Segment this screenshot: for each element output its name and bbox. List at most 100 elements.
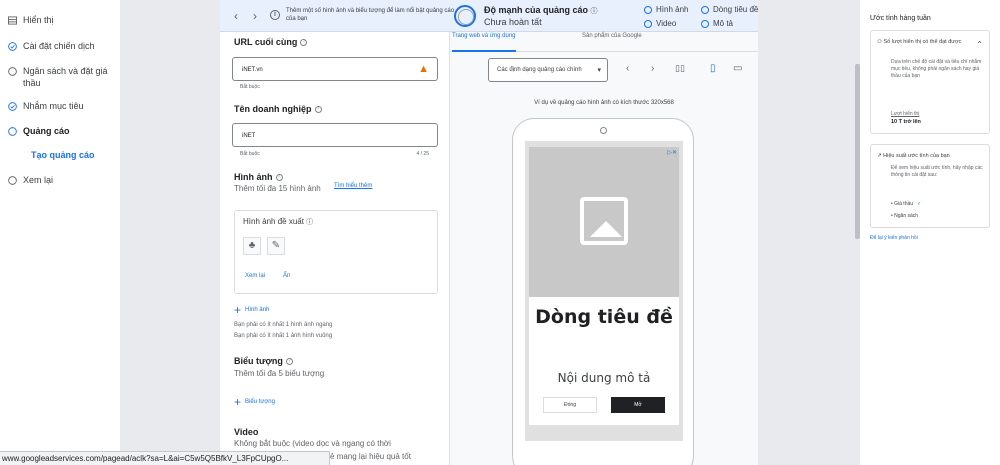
video-hint: Không bắt buộc (video dọc và ngang có th… — [234, 439, 391, 448]
logos-hint: Thêm tối đa 5 biểu tượng — [234, 369, 325, 378]
leave-feedback-link[interactable]: Để lại ý kiến phản hồi — [870, 235, 918, 241]
strength-tip: Thêm một số hình ảnh và biểu tượng để là… — [286, 8, 455, 22]
suggested-image-thumbnail[interactable]: ♣ — [243, 237, 261, 255]
radio-empty-icon — [644, 5, 652, 14]
nav-subitem-create-ad[interactable]: Tạo quảng cáo — [31, 150, 95, 160]
ad-strength-status: Chưa hoàn tất — [484, 17, 542, 27]
business-name-input[interactable]: iNET — [232, 123, 438, 147]
phone-camera — [600, 127, 607, 134]
nav-item-targeting[interactable]: Nhắm mục tiêu — [8, 100, 84, 112]
strength-check-images: Hình ảnh — [644, 5, 688, 14]
ad-strength-ring-icon — [454, 5, 476, 27]
nav-item-campaign-settings[interactable]: Cài đặt chiến dịch — [8, 40, 95, 52]
radio-empty-icon — [644, 19, 652, 28]
desktop-device-icon[interactable]: ▭ — [733, 63, 742, 74]
nav-item-label: Nhắm mục tiêu — [23, 101, 84, 111]
nav-item-label: Ngân sách và đặt giá thầu — [23, 66, 108, 88]
help-icon[interactable]: ? — [275, 174, 283, 182]
impressions-card-body: Dựa trên chế độ cài đặt và tiêu chí nhắm… — [891, 59, 982, 79]
ad-image-placeholder: ▷✕ — [529, 147, 679, 297]
performance-card-heading: ↗ Hiệu suất ước tính của bạn — [877, 153, 950, 159]
info-icon: i — [270, 10, 280, 20]
phone-screen: ▷✕ Dòng tiêu đề Nội dung mô tả Đóng Mở — [525, 141, 683, 441]
bullet-bid: • Giá thầu ✓ — [891, 201, 922, 207]
plus-icon: + — [234, 303, 242, 317]
preview-caption: Ví dụ về quảng cáo hình ảnh có kích thướ… — [534, 100, 674, 106]
checkmark-icon: ✓ — [917, 201, 922, 207]
ad-preview-card: ▷✕ Dòng tiêu đề Nội dung mô tả Đóng Mở — [529, 147, 679, 425]
ad-open-button[interactable]: Mở — [611, 397, 665, 413]
video-label: Video — [234, 427, 259, 437]
nav-item-label: Quảng cáo — [23, 126, 70, 136]
ad-strength-title: Độ mạnh của quảng cáo ⓘ — [484, 5, 598, 15]
nav-item-review[interactable]: Xem lại — [8, 174, 53, 186]
ad-close-button[interactable]: Đóng — [543, 397, 597, 413]
impressions-card-heading: ⚇ Số lượt hiển thị có thể đạt được — [877, 39, 962, 45]
radio-empty-icon — [8, 67, 17, 76]
suggested-images-title: Hình ảnh đề xuất ⓘ — [243, 217, 314, 226]
help-icon[interactable]: ? — [300, 39, 308, 47]
nav-item-ads[interactable]: Quảng cáo — [8, 125, 70, 137]
add-image-button[interactable]: + Hình ảnh — [234, 303, 269, 317]
plus-icon: + — [234, 395, 242, 409]
learn-more-link[interactable]: Tìm hiểu thêm — [334, 183, 372, 189]
adchoices-icon: ▷✕ — [667, 150, 677, 156]
ad-form-panel: URL cuối cùng? iNET.vn Bắt buộc Tên doan… — [220, 0, 450, 465]
ad-format-select[interactable]: Các định dạng quảng cáo chính ▾ — [488, 58, 608, 82]
left-navigation: Hiển thị Cài đặt chiến dịch Ngân sách và… — [0, 0, 120, 465]
suggested-image-thumbnail[interactable]: ✎ — [267, 237, 285, 255]
weekly-estimate-title: Ước tính hàng tuần — [870, 15, 931, 22]
image-placeholder-icon — [580, 197, 628, 245]
radio-empty-icon — [701, 19, 709, 28]
final-url-required-hint: Bắt buộc — [240, 84, 260, 90]
final-url-input[interactable]: iNET.vn — [232, 57, 438, 81]
mobile-device-icon[interactable]: ▯ — [710, 63, 716, 74]
ad-description: Nội dung mô tả — [557, 371, 651, 385]
dropdown-caret-icon: ▾ — [597, 67, 601, 74]
image-requirement-square: Bạn phải có ít nhất 1 ảnh hình vuông — [234, 333, 333, 339]
images-hint: Thêm tối đa 15 hình ảnh — [234, 184, 321, 193]
add-logo-button[interactable]: + Biểu tượng — [234, 395, 275, 409]
nav-item-label: Hiển thị — [23, 15, 54, 25]
business-name-char-count: 4 / 25 — [416, 151, 429, 157]
background-gutter — [758, 0, 860, 465]
browser-status-bar: www.googleadservices.com/pagead/aclk?sa=… — [0, 451, 330, 465]
ad-preview-panel: Trang web và ứng dụng Sản phẩm của Googl… — [450, 32, 758, 465]
radio-empty-icon — [8, 176, 17, 185]
ad-headline: Dòng tiêu đề — [535, 306, 673, 328]
chevron-right-icon[interactable]: › — [651, 63, 654, 74]
strength-check-headlines: Dòng tiêu đề — [701, 5, 758, 14]
chevron-up-icon[interactable]: ⌃ — [976, 40, 983, 49]
tab-websites-apps[interactable]: Trang web và ứng dụng — [452, 32, 516, 52]
suggested-images-view-link[interactable]: Xem lại — [245, 273, 265, 279]
suggested-images-box: Hình ảnh đề xuất ⓘ ♣ ✎ Xem lại Ẩn — [234, 210, 438, 294]
chevron-right-icon[interactable]: › — [253, 9, 257, 23]
check-circle-icon — [8, 102, 17, 111]
strength-check-description: Mô tả — [701, 19, 733, 28]
final-url-label: URL cuối cùng? — [234, 37, 308, 47]
image-requirement-landscape: Bạn phải có ít nhất 1 hình ảnh ngang — [234, 322, 333, 328]
grid-icon — [8, 16, 17, 25]
chevron-left-icon[interactable]: ‹ — [626, 63, 629, 74]
performance-card-body: Để xem hiệu suất ước tính, hãy nhập các … — [891, 165, 983, 178]
impressions-sublabel: Lượt hiển thị — [891, 111, 920, 117]
chevron-left-icon[interactable]: ‹ — [234, 9, 238, 23]
pause-icon[interactable]: ▯▯ — [675, 63, 685, 74]
nav-item-budget[interactable]: Ngân sách và đặt giá thầu — [8, 65, 118, 89]
check-circle-icon — [8, 42, 17, 51]
background-gutter — [120, 0, 220, 465]
strength-check-video: Video — [644, 19, 676, 28]
bullet-budget: • Ngân sách — [891, 213, 919, 219]
help-icon[interactable]: ? — [285, 358, 293, 366]
nav-item-label: Xem lại — [23, 175, 54, 185]
business-name-label: Tên doanh nghiệp? — [234, 104, 322, 114]
performance-estimate-card: ↗ Hiệu suất ước tính của bạn Để xem hiệu… — [870, 144, 990, 228]
impressions-value: 10 T trở lên — [891, 119, 921, 125]
business-name-required-hint: Bắt buộc — [240, 151, 260, 157]
suggested-images-hide-link[interactable]: Ẩn — [283, 273, 290, 279]
weekly-estimate-panel: Ước tính hàng tuần ⚇ Số lượt hiển thị có… — [860, 0, 1000, 465]
nav-item-display[interactable]: Hiển thị — [8, 14, 54, 26]
tab-google-products[interactable]: Sản phẩm của Google — [582, 32, 642, 52]
help-icon[interactable]: ? — [314, 106, 322, 114]
impressions-estimate-card: ⚇ Số lượt hiển thị có thể đạt được ⌃ Dựa… — [870, 30, 990, 134]
